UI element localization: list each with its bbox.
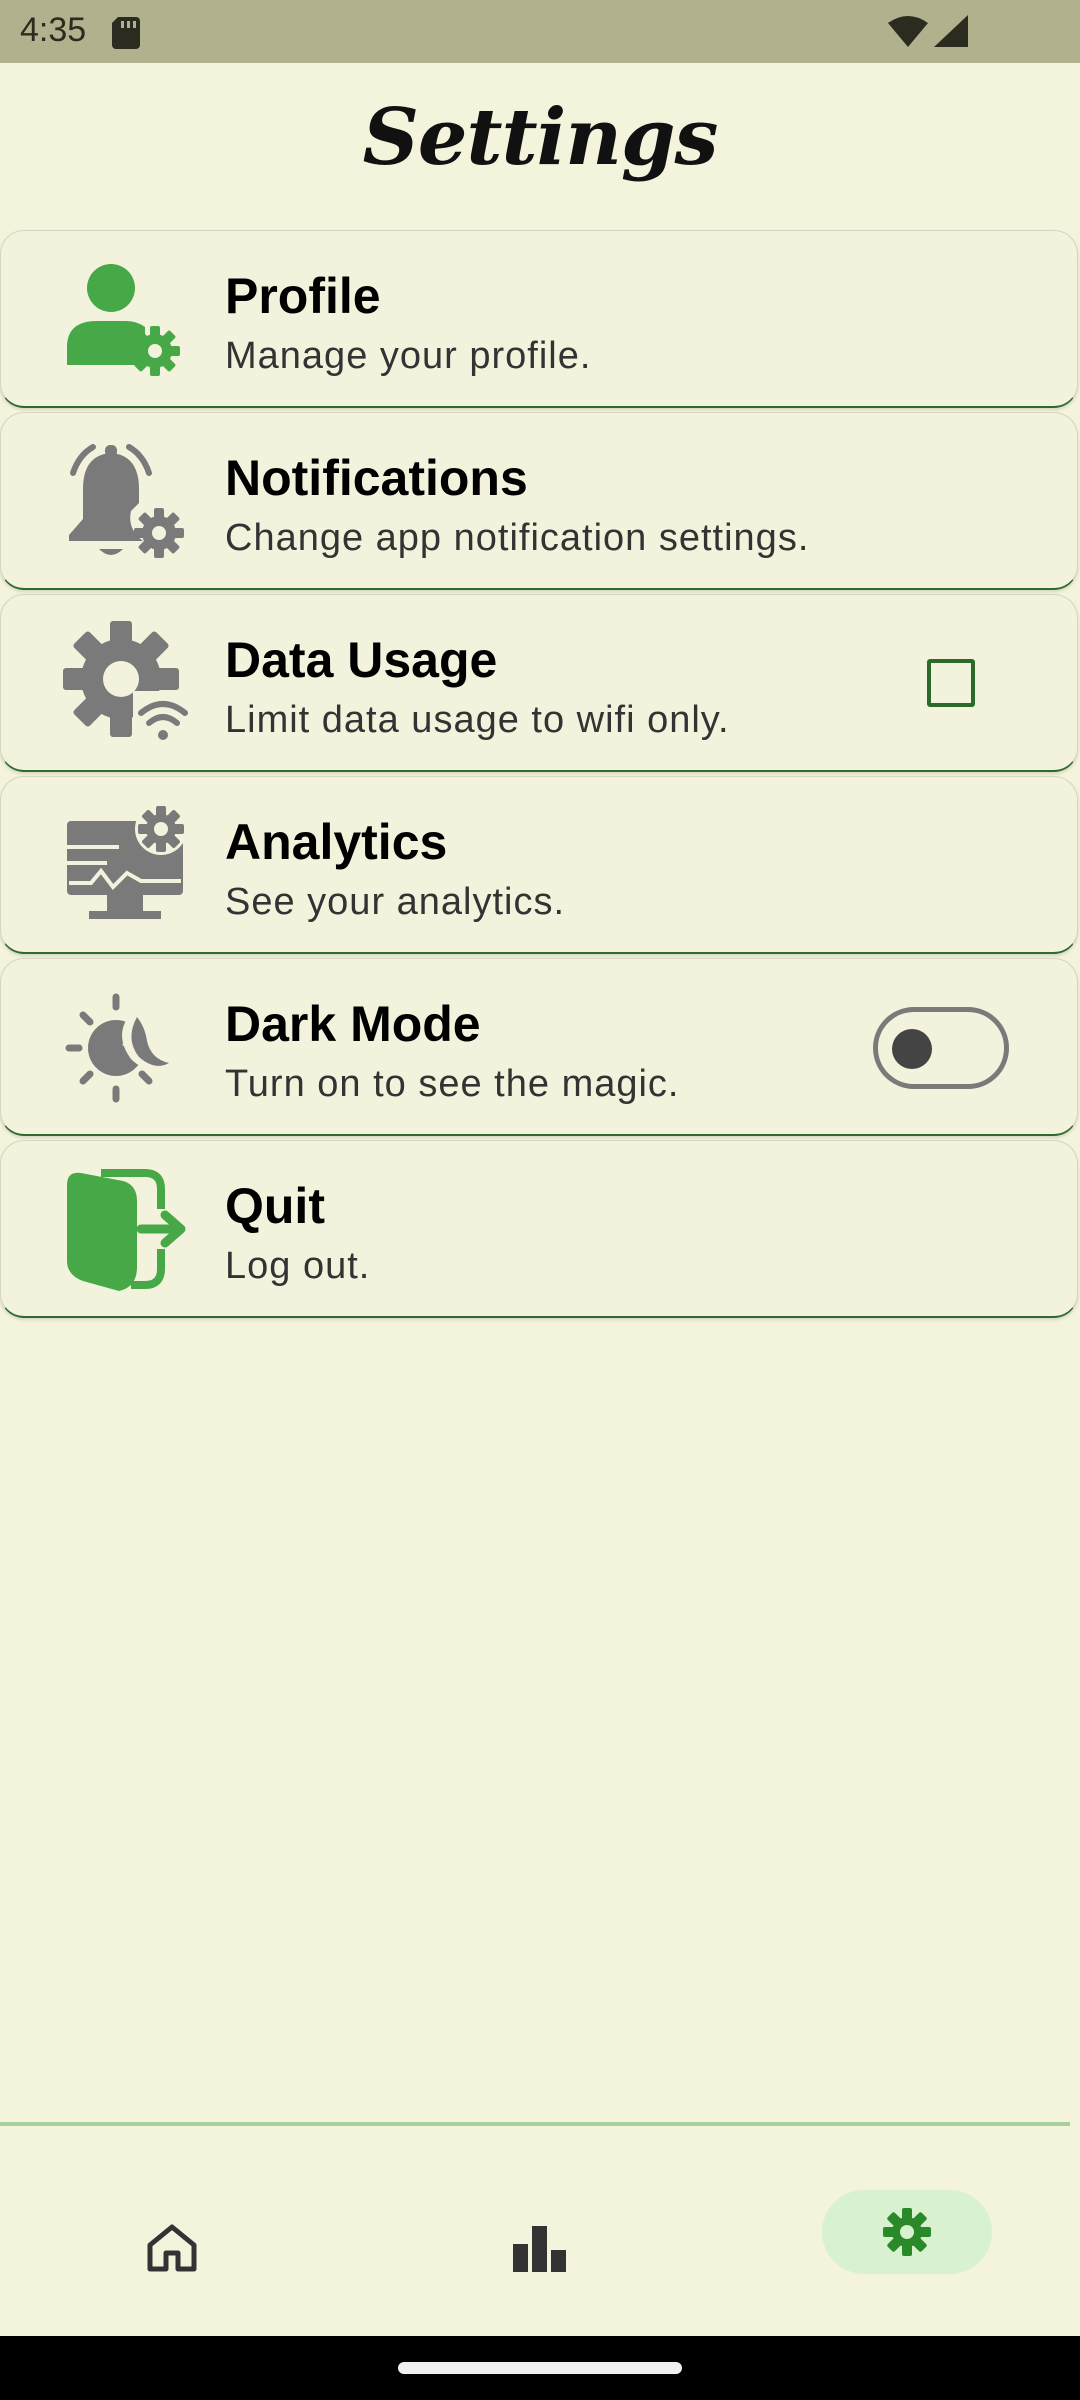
analytics-monitor-icon — [67, 803, 187, 919]
status-bar: 4:35 — [0, 0, 1080, 63]
setting-title: Analytics — [225, 814, 448, 870]
gear-icon — [883, 2208, 931, 2256]
toggle-knob — [892, 1029, 932, 1069]
setting-subtitle: Turn on to see the magic. — [225, 1063, 680, 1105]
gesture-bar — [0, 2336, 1080, 2400]
setting-row-notifications[interactable]: Notifications Change app notification se… — [0, 412, 1078, 590]
nav-settings[interactable] — [822, 2190, 992, 2274]
bottom-nav — [0, 2126, 1080, 2336]
setting-row-quit[interactable]: Quit Log out. — [0, 1140, 1078, 1318]
signal-icon — [934, 15, 968, 47]
nav-stats[interactable] — [480, 2192, 600, 2302]
logout-door-icon — [67, 1169, 186, 1291]
gesture-pill[interactable] — [398, 2362, 682, 2374]
setting-subtitle: Log out. — [225, 1245, 371, 1287]
wifi-icon — [888, 16, 928, 47]
sun-moon-icon — [65, 993, 171, 1103]
wifi-only-checkbox[interactable] — [927, 659, 975, 707]
setting-row-analytics[interactable]: Analytics See your analytics. — [0, 776, 1078, 954]
setting-subtitle: Manage your profile. — [225, 335, 592, 377]
setting-title: Notifications — [225, 450, 528, 506]
sd-card-icon — [112, 17, 140, 49]
page-title: Settings — [362, 92, 719, 183]
setting-title: Data Usage — [225, 632, 498, 688]
nav-home[interactable] — [112, 2192, 232, 2302]
setting-title: Profile — [225, 268, 381, 324]
setting-subtitle: See your analytics. — [225, 881, 566, 923]
bar-chart-icon — [513, 2226, 566, 2272]
setting-title: Quit — [225, 1178, 325, 1234]
setting-row-data-usage[interactable]: Data Usage Limit data usage to wifi only… — [0, 594, 1078, 772]
setting-row-profile[interactable]: Profile Manage your profile. — [0, 230, 1078, 408]
setting-row-dark-mode[interactable]: Dark Mode Turn on to see the magic. — [0, 958, 1078, 1136]
data-usage-gear-icon — [63, 621, 191, 749]
notification-settings-icon — [69, 444, 184, 558]
status-time: 4:35 — [20, 11, 87, 49]
setting-title: Dark Mode — [225, 996, 481, 1052]
profile-settings-icon — [67, 264, 180, 376]
setting-subtitle: Limit data usage to wifi only. — [225, 699, 730, 741]
home-icon — [147, 2224, 197, 2272]
setting-subtitle: Change app notification settings. — [225, 517, 810, 559]
dark-mode-toggle[interactable] — [873, 1007, 1009, 1089]
